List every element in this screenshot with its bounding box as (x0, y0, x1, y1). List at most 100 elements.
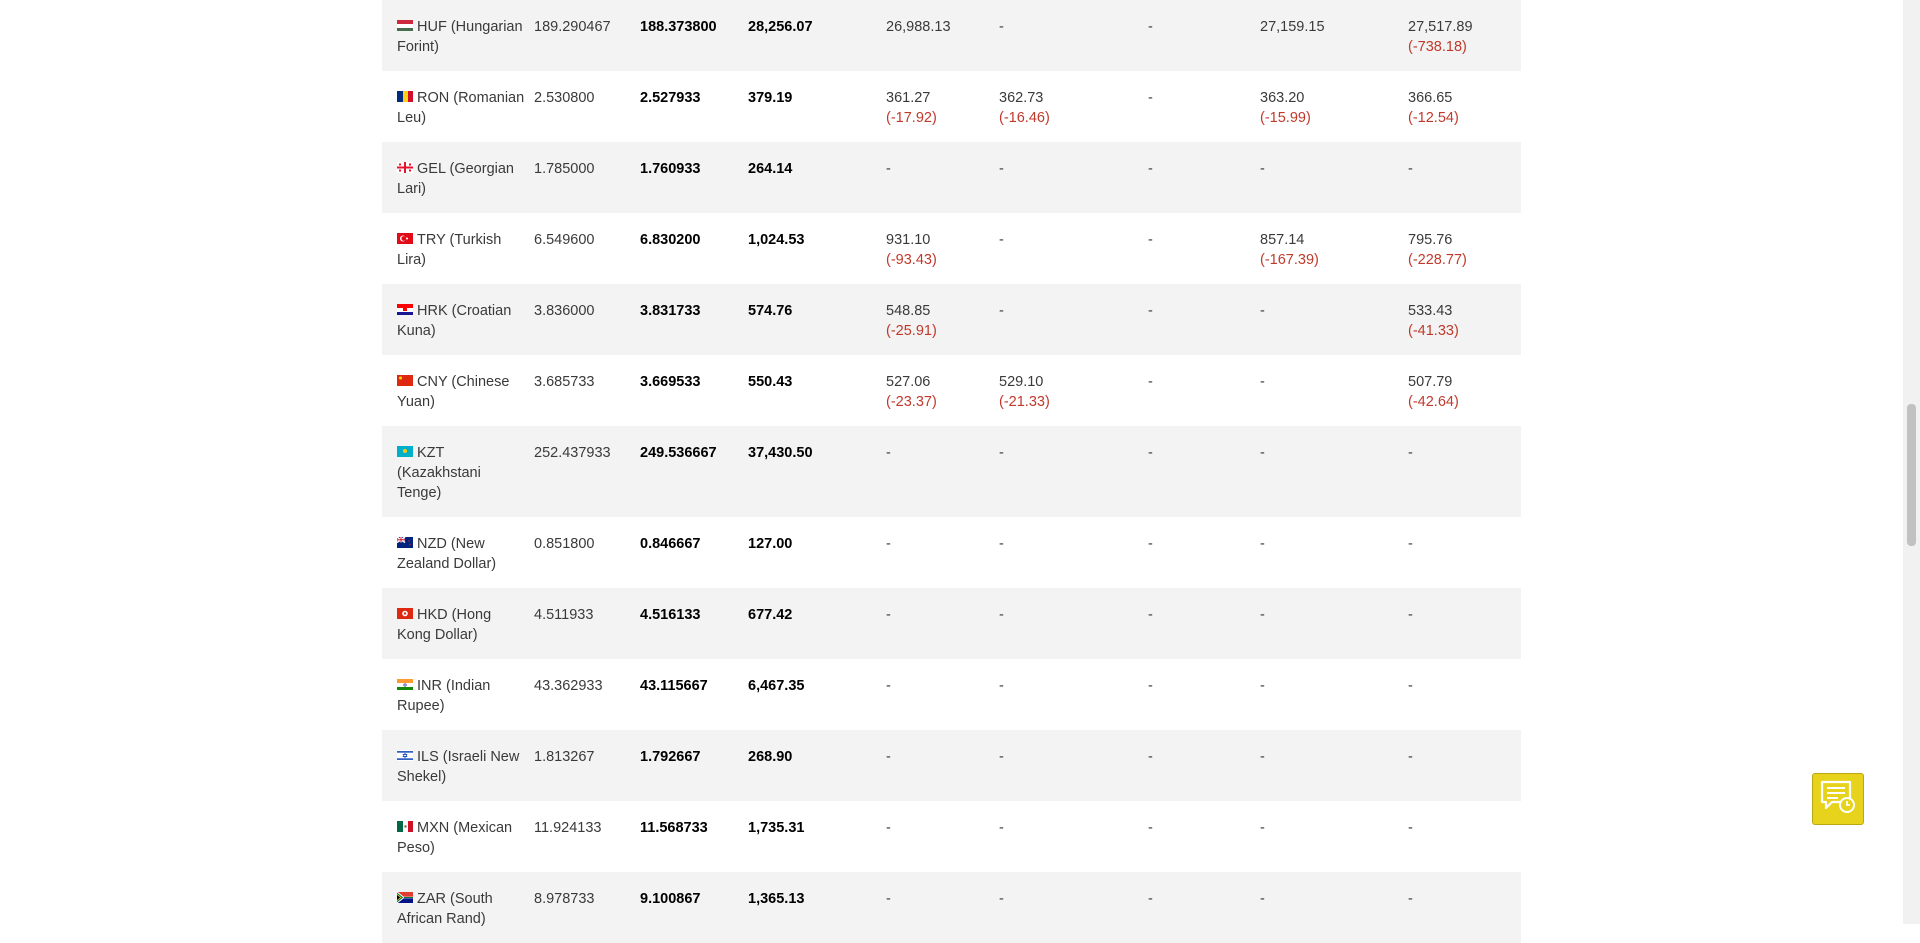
provider-value: - (1408, 891, 1413, 907)
provider-value: - (886, 820, 891, 836)
table-row: NZD (New Zealand Dollar) 0.851800 0.846667… (382, 517, 1521, 588)
sell-rate-cell: 9.100867 (640, 891, 701, 907)
provider-4-cell: 363.20 (-15.99) (1260, 71, 1408, 128)
table-row: TRY (Turkish Lira) 6.549600 6.830200 1,024.… (382, 213, 1521, 284)
provider-5-cell: - (1408, 872, 1521, 909)
amount-cell: 1,735.31 (748, 820, 805, 836)
flag-hu-icon (397, 20, 413, 31)
provider-value: - (1260, 445, 1265, 461)
currency-cell: GEL (Georgian Lari) (382, 142, 534, 199)
provider-value: - (1260, 607, 1265, 623)
provider-value: 795.76 (1408, 232, 1453, 248)
provider-5-cell: - (1408, 801, 1521, 838)
sell-rate-cell: 3.669533 (640, 374, 701, 390)
provider-4-cell: - (1260, 801, 1408, 838)
amount-cell: 677.42 (748, 607, 793, 623)
currency-cell: HKD (Hong Kong Dollar) (382, 588, 534, 645)
provider-3-cell: - (1148, 284, 1260, 321)
provider-1-cell: - (886, 588, 999, 625)
buy-rate-cell: 252.437933 (534, 445, 611, 461)
amount-cell: 264.14 (748, 161, 793, 177)
provider-value: - (1408, 607, 1413, 623)
provider-value: - (1408, 749, 1413, 765)
provider-5-cell: - (1408, 142, 1521, 179)
sell-rate-cell: 4.516133 (640, 607, 701, 623)
provider-2-cell: - (999, 517, 1148, 554)
provider-value: 857.14 (1260, 232, 1305, 248)
chat-schedule-icon (1820, 780, 1856, 818)
provider-3-cell: - (1148, 517, 1260, 554)
provider-value: - (999, 303, 1004, 319)
provider-value: - (1408, 445, 1413, 461)
flag-mx-icon (397, 821, 413, 832)
provider-value: - (999, 749, 1004, 765)
provider-value: - (1148, 445, 1153, 461)
flag-cn-icon (397, 375, 413, 386)
currency-cell: CNY (Chinese Yuan) (382, 355, 534, 412)
provider-4-cell: - (1260, 284, 1408, 321)
sell-rate-cell: 2.527933 (640, 90, 701, 106)
currency-name: GEL (Georgian Lari) (397, 161, 514, 197)
table-row: HKD (Hong Kong Dollar) 4.511933 4.516133 67… (382, 588, 1521, 659)
difference-value: (-41.33) (1408, 323, 1459, 339)
currency-cell: RON (Romanian Leu) (382, 71, 534, 128)
provider-1-cell: - (886, 517, 999, 554)
provider-value: 548.85 (886, 303, 931, 319)
currency-name: HUF (Hungarian Forint) (397, 19, 523, 55)
provider-1-cell: 931.10 (-93.43) (886, 213, 999, 270)
buy-rate-cell: 1.813267 (534, 749, 595, 765)
provider-value: - (999, 232, 1004, 248)
scrollbar-thumb[interactable] (1907, 404, 1916, 546)
provider-value: 27,159.15 (1260, 19, 1325, 35)
provider-value: - (999, 161, 1004, 177)
difference-value: (-42.64) (1408, 394, 1459, 410)
provider-value: 363.20 (1260, 90, 1305, 106)
provider-5-cell: - (1408, 426, 1521, 463)
provider-3-cell: - (1148, 142, 1260, 179)
currency-cell: ZAR (South African Rand) (382, 872, 534, 929)
sell-rate-cell: 43.115667 (640, 678, 708, 694)
table-row: ILS (Israeli New Shekel) 1.813267 1.792667… (382, 730, 1521, 801)
currency-cell: HUF (Hungarian Forint) (382, 0, 534, 57)
currency-name: ILS (Israeli New Shekel) (397, 749, 520, 785)
provider-value: - (999, 19, 1004, 35)
chat-button[interactable] (1812, 773, 1864, 825)
provider-value: - (886, 678, 891, 694)
difference-value: (-228.77) (1408, 252, 1467, 268)
provider-4-cell: - (1260, 588, 1408, 625)
provider-2-cell: - (999, 284, 1148, 321)
provider-5-cell: - (1408, 730, 1521, 767)
flag-za-icon (397, 892, 413, 903)
provider-value: - (1408, 678, 1413, 694)
provider-value: - (1260, 891, 1265, 907)
provider-1-cell: - (886, 801, 999, 838)
provider-1-cell: 527.06 (-23.37) (886, 355, 999, 412)
provider-2-cell: - (999, 426, 1148, 463)
difference-value: (-25.91) (886, 323, 937, 339)
difference-value: (-167.39) (1260, 252, 1319, 268)
provider-3-cell: - (1148, 730, 1260, 767)
table-row: HUF (Hungarian Forint) 189.290467 188.3738… (382, 0, 1521, 71)
provider-2-cell: - (999, 588, 1148, 625)
provider-4-cell: - (1260, 659, 1408, 696)
provider-value: - (886, 445, 891, 461)
buy-rate-cell: 11.924133 (534, 820, 602, 836)
provider-value: - (886, 891, 891, 907)
table-row: ZAR (South African Rand) 8.978733 9.100867… (382, 872, 1521, 943)
provider-value: - (999, 536, 1004, 552)
amount-cell: 268.90 (748, 749, 793, 765)
page-scrollbar[interactable] (1903, 0, 1920, 924)
provider-value: 931.10 (886, 232, 931, 248)
provider-1-cell: - (886, 872, 999, 909)
provider-2-cell: - (999, 659, 1148, 696)
provider-2-cell: - (999, 213, 1148, 250)
provider-4-cell: - (1260, 872, 1408, 909)
currency-cell: HRK (Croatian Kuna) (382, 284, 534, 341)
provider-1-cell: - (886, 426, 999, 463)
provider-value: - (1148, 536, 1153, 552)
provider-1-cell: - (886, 142, 999, 179)
provider-value: - (999, 607, 1004, 623)
provider-2-cell: 529.10 (-21.33) (999, 355, 1148, 412)
flag-ro-icon (397, 91, 413, 102)
amount-cell: 6,467.35 (748, 678, 805, 694)
